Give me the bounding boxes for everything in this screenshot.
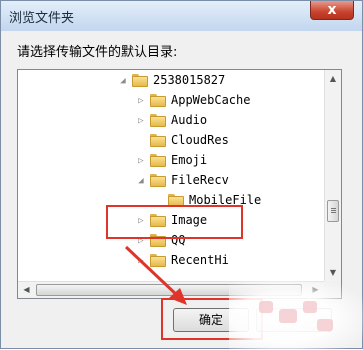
browse-folder-dialog: 浏览文件夹 x 请选择传输文件的默认目录: ◢ 2538015827 ▷ AppWe…	[0, 0, 363, 350]
watermark-blur	[229, 279, 363, 350]
